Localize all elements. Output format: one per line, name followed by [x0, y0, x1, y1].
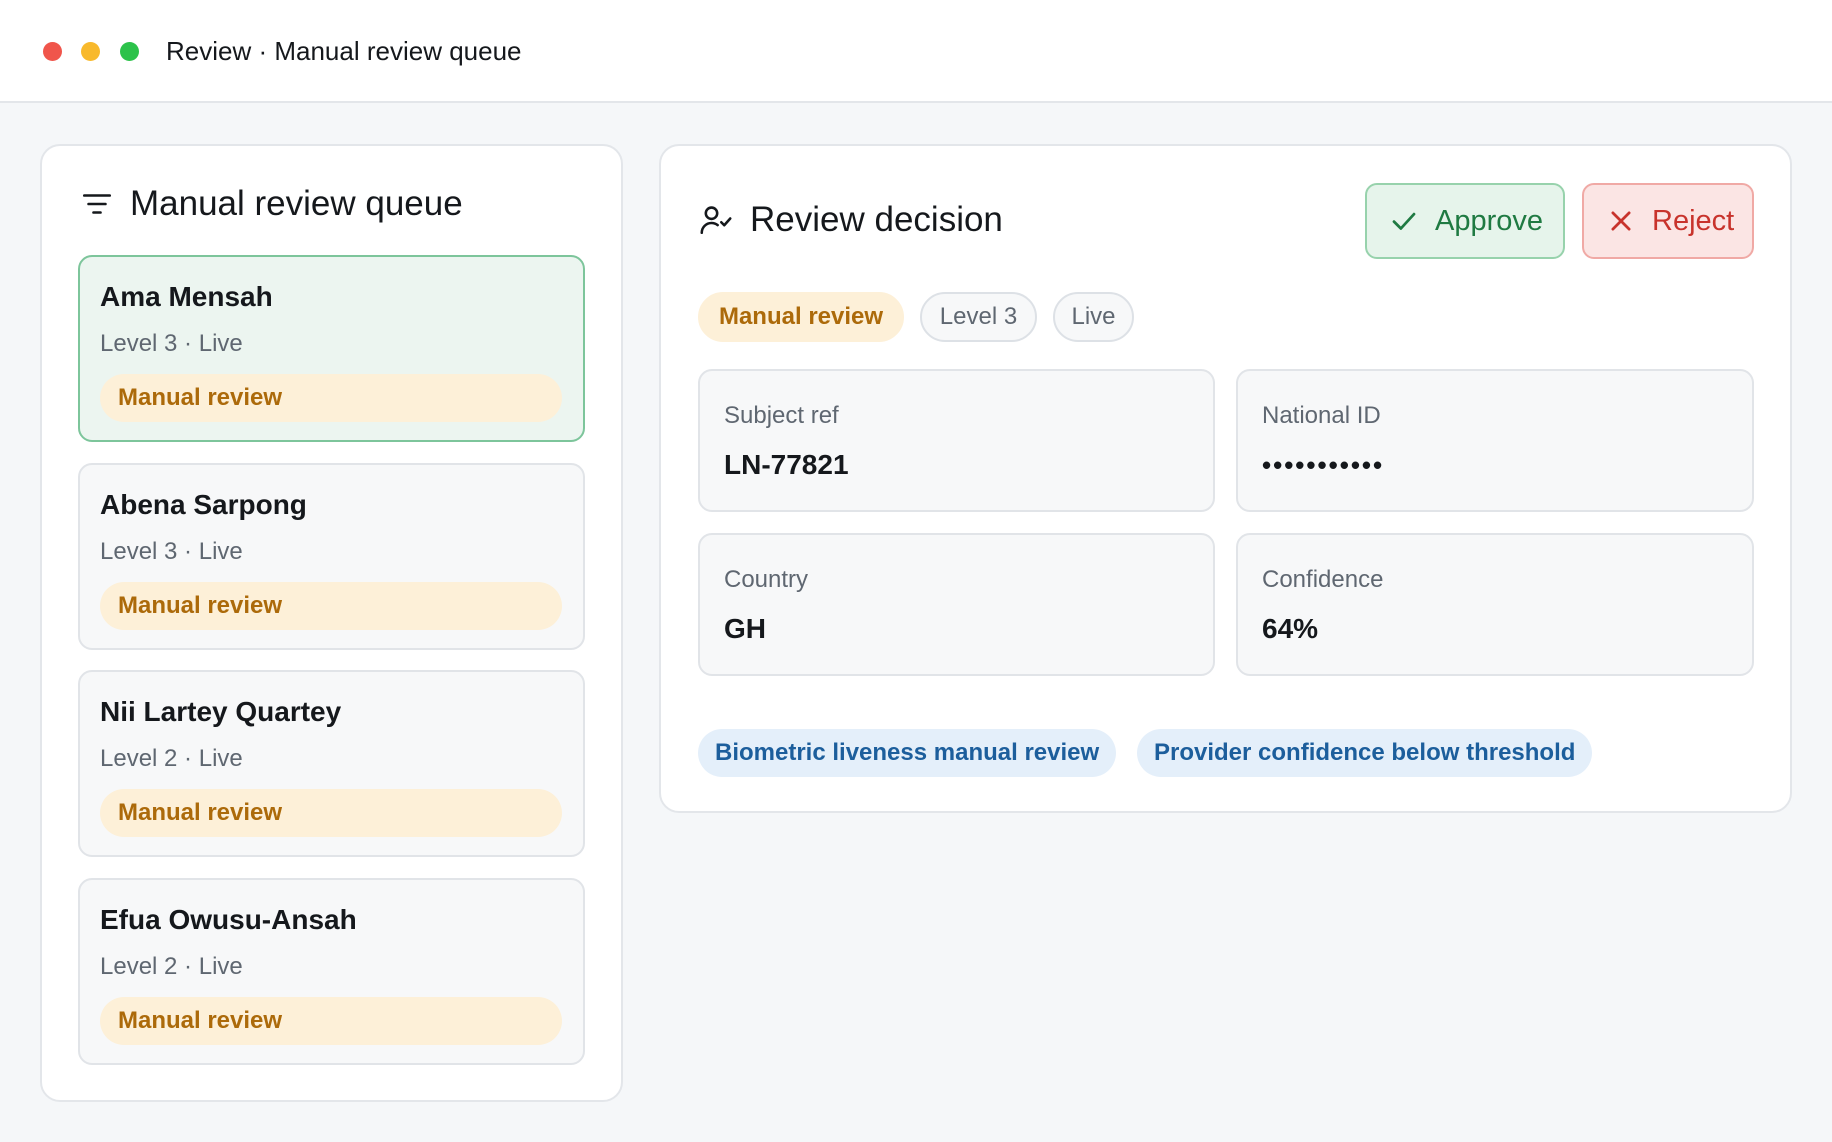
national-id-field: National ID •••••••••••: [1236, 369, 1754, 512]
queue-panel: Manual review queue Ama Mensah Level 3 ·…: [40, 144, 623, 1102]
approve-button[interactable]: Approve: [1365, 183, 1565, 259]
window-maximize-dot[interactable]: [120, 42, 139, 61]
queue-item-status-badge: Manual review: [100, 997, 562, 1045]
queue-item-name: Ama Mensah: [100, 281, 273, 312]
queue-item-meta: Level 2 · Live: [100, 953, 243, 980]
country-field: Country GH: [698, 533, 1215, 676]
window-close-dot[interactable]: [43, 42, 62, 61]
queue-item-efua-owusu-ansah[interactable]: Efua Owusu-Ansah Level 2 · Live Manual r…: [78, 878, 585, 1065]
decision-header: Review decision: [698, 198, 1003, 242]
queue-item-name: Efua Owusu-Ansah: [100, 904, 357, 935]
reason-chip-liveness: Biometric liveness manual review: [698, 729, 1117, 777]
reason-chip-confidence: Provider confidence below threshold: [1137, 729, 1593, 777]
x-icon: [1611, 211, 1631, 231]
queue-title: Manual review queue: [130, 184, 463, 223]
window-minimize-dot[interactable]: [81, 42, 100, 61]
queue-item-name: Nii Lartey Quartey: [100, 696, 342, 727]
field-value: LN-77821: [724, 449, 849, 480]
reject-button[interactable]: Reject: [1582, 183, 1754, 259]
queue-item-meta: Level 3 · Live: [100, 330, 243, 357]
filter-lines-icon: [82, 194, 112, 214]
queue-header: Manual review queue: [80, 182, 463, 226]
subject-ref-field: Subject ref LN-77821: [698, 369, 1215, 512]
field-label: National ID: [1262, 402, 1381, 429]
field-label: Subject ref: [724, 402, 839, 429]
queue-item-status-badge: Manual review: [100, 789, 562, 837]
title-bar: Review · Manual review queue: [0, 0, 1832, 103]
queue-item-meta: Level 3 · Live: [100, 538, 243, 565]
queue-item-name: Abena Sarpong: [100, 489, 307, 520]
field-value: GH: [724, 613, 766, 644]
queue-item-nii-lartey-quartey[interactable]: Nii Lartey Quartey Level 2 · Live Manual…: [78, 670, 585, 857]
review-decision-panel: Review decision Approve Reject Manual re…: [659, 144, 1792, 813]
window-title: Review · Manual review queue: [166, 36, 522, 66]
queue-item-ama-mensah[interactable]: Ama Mensah Level 3 · Live Manual review: [78, 255, 585, 442]
reject-label: Reject: [1652, 204, 1735, 237]
confidence-field: Confidence 64%: [1236, 533, 1754, 676]
queue-item-abena-sarpong[interactable]: Abena Sarpong Level 3 · Live Manual revi…: [78, 463, 585, 650]
level-tag: Level 3: [920, 292, 1037, 342]
user-check-icon: [700, 206, 732, 235]
status-badge: Manual review: [698, 292, 904, 342]
queue-item-status-badge: Manual review: [100, 582, 562, 630]
mode-tag: Live: [1053, 292, 1134, 342]
decision-title: Review decision: [750, 200, 1003, 239]
queue-item-status-badge: Manual review: [100, 374, 562, 422]
field-label: Country: [724, 566, 809, 593]
queue-item-meta: Level 2 · Live: [100, 745, 243, 772]
field-value: 64%: [1262, 613, 1319, 644]
check-icon: [1392, 212, 1416, 230]
approve-label: Approve: [1435, 204, 1544, 237]
field-label: Confidence: [1262, 566, 1384, 593]
field-value: •••••••••••: [1262, 450, 1385, 480]
